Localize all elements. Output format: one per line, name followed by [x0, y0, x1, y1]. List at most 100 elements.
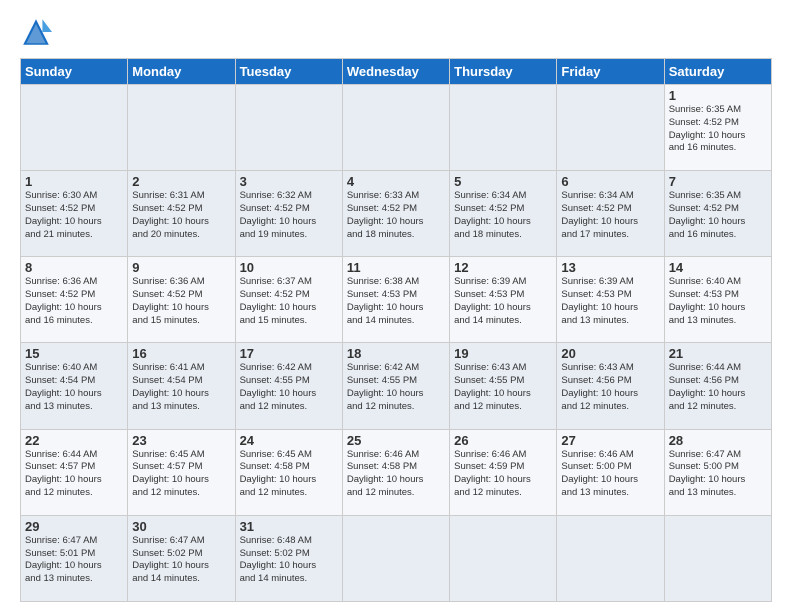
day-number: 25	[347, 433, 445, 448]
calendar-cell	[557, 515, 664, 601]
day-info: Sunrise: 6:47 AMSunset: 5:01 PMDaylight:…	[25, 535, 123, 586]
calendar-cell: 1Sunrise: 6:35 AMSunset: 4:52 PMDaylight…	[664, 85, 771, 171]
day-info: Sunrise: 6:47 AMSunset: 5:00 PMDaylight:…	[669, 449, 767, 500]
calendar-cell: 27Sunrise: 6:46 AMSunset: 5:00 PMDayligh…	[557, 429, 664, 515]
day-info: Sunrise: 6:35 AMSunset: 4:52 PMDaylight:…	[669, 104, 767, 155]
day-info: Sunrise: 6:36 AMSunset: 4:52 PMDaylight:…	[132, 276, 230, 327]
day-info: Sunrise: 6:45 AMSunset: 4:57 PMDaylight:…	[132, 449, 230, 500]
calendar-week-row: 29Sunrise: 6:47 AMSunset: 5:01 PMDayligh…	[21, 515, 772, 601]
day-header-thursday: Thursday	[450, 59, 557, 85]
day-number: 21	[669, 346, 767, 361]
page: SundayMondayTuesdayWednesdayThursdayFrid…	[0, 0, 792, 612]
day-header-monday: Monday	[128, 59, 235, 85]
calendar-cell: 4Sunrise: 6:33 AMSunset: 4:52 PMDaylight…	[342, 171, 449, 257]
calendar-cell: 17Sunrise: 6:42 AMSunset: 4:55 PMDayligh…	[235, 343, 342, 429]
day-number: 31	[240, 519, 338, 534]
day-info: Sunrise: 6:45 AMSunset: 4:58 PMDaylight:…	[240, 449, 338, 500]
day-number: 13	[561, 260, 659, 275]
day-number: 14	[669, 260, 767, 275]
calendar-cell: 13Sunrise: 6:39 AMSunset: 4:53 PMDayligh…	[557, 257, 664, 343]
day-info: Sunrise: 6:44 AMSunset: 4:56 PMDaylight:…	[669, 362, 767, 413]
day-info: Sunrise: 6:40 AMSunset: 4:53 PMDaylight:…	[669, 276, 767, 327]
calendar-cell: 26Sunrise: 6:46 AMSunset: 4:59 PMDayligh…	[450, 429, 557, 515]
day-info: Sunrise: 6:46 AMSunset: 4:59 PMDaylight:…	[454, 449, 552, 500]
day-number: 19	[454, 346, 552, 361]
day-number: 6	[561, 174, 659, 189]
calendar-cell: 3Sunrise: 6:32 AMSunset: 4:52 PMDaylight…	[235, 171, 342, 257]
calendar-cell	[235, 85, 342, 171]
calendar-cell: 20Sunrise: 6:43 AMSunset: 4:56 PMDayligh…	[557, 343, 664, 429]
calendar-cell	[664, 515, 771, 601]
calendar-cell	[557, 85, 664, 171]
day-info: Sunrise: 6:43 AMSunset: 4:55 PMDaylight:…	[454, 362, 552, 413]
calendar-cell: 11Sunrise: 6:38 AMSunset: 4:53 PMDayligh…	[342, 257, 449, 343]
day-header-saturday: Saturday	[664, 59, 771, 85]
header	[20, 16, 772, 48]
day-number: 5	[454, 174, 552, 189]
calendar-cell: 23Sunrise: 6:45 AMSunset: 4:57 PMDayligh…	[128, 429, 235, 515]
day-info: Sunrise: 6:41 AMSunset: 4:54 PMDaylight:…	[132, 362, 230, 413]
day-number: 8	[25, 260, 123, 275]
calendar-cell: 12Sunrise: 6:39 AMSunset: 4:53 PMDayligh…	[450, 257, 557, 343]
calendar-week-row: 8 Sunrise: 6:36 AMSunset: 4:52 PMDaylight…	[21, 257, 772, 343]
calendar-cell: 5Sunrise: 6:34 AMSunset: 4:52 PMDaylight…	[450, 171, 557, 257]
calendar-cell: 10Sunrise: 6:37 AMSunset: 4:52 PMDayligh…	[235, 257, 342, 343]
day-info: Sunrise: 6:42 AMSunset: 4:55 PMDaylight:…	[240, 362, 338, 413]
calendar-body: 1Sunrise: 6:35 AMSunset: 4:52 PMDaylight…	[21, 85, 772, 602]
calendar-cell: 6Sunrise: 6:34 AMSunset: 4:52 PMDaylight…	[557, 171, 664, 257]
calendar-cell: 29Sunrise: 6:47 AMSunset: 5:01 PMDayligh…	[21, 515, 128, 601]
calendar-cell: 15Sunrise: 6:40 AMSunset: 4:54 PMDayligh…	[21, 343, 128, 429]
day-number: 29	[25, 519, 123, 534]
calendar-cell: 2Sunrise: 6:31 AMSunset: 4:52 PMDaylight…	[128, 171, 235, 257]
day-info: Sunrise: 6:31 AMSunset: 4:52 PMDaylight:…	[132, 190, 230, 241]
calendar-week-row: 15Sunrise: 6:40 AMSunset: 4:54 PMDayligh…	[21, 343, 772, 429]
calendar-cell	[342, 85, 449, 171]
calendar-cell	[128, 85, 235, 171]
day-number: 28	[669, 433, 767, 448]
day-header-tuesday: Tuesday	[235, 59, 342, 85]
calendar-table: SundayMondayTuesdayWednesdayThursdayFrid…	[20, 58, 772, 602]
day-number: 17	[240, 346, 338, 361]
day-info: Sunrise: 6:43 AMSunset: 4:56 PMDaylight:…	[561, 362, 659, 413]
calendar-cell: 31Sunrise: 6:48 AMSunset: 5:02 PMDayligh…	[235, 515, 342, 601]
calendar-cell	[450, 85, 557, 171]
calendar-cell	[450, 515, 557, 601]
day-number: 18	[347, 346, 445, 361]
day-number: 11	[347, 260, 445, 275]
calendar-cell: 25Sunrise: 6:46 AMSunset: 4:58 PMDayligh…	[342, 429, 449, 515]
day-info: Sunrise: 6:48 AMSunset: 5:02 PMDaylight:…	[240, 535, 338, 586]
day-number: 23	[132, 433, 230, 448]
calendar-cell	[342, 515, 449, 601]
day-info: Sunrise: 6:39 AMSunset: 4:53 PMDaylight:…	[561, 276, 659, 327]
calendar-cell: 9Sunrise: 6:36 AMSunset: 4:52 PMDaylight…	[128, 257, 235, 343]
day-header-sunday: Sunday	[21, 59, 128, 85]
calendar-cell: 14Sunrise: 6:40 AMSunset: 4:53 PMDayligh…	[664, 257, 771, 343]
day-number: 9	[132, 260, 230, 275]
calendar-cell: 8Sunrise: 6:36 AMSunset: 4:52 PMDaylight…	[21, 257, 128, 343]
day-info: Sunrise: 6:46 AMSunset: 4:58 PMDaylight:…	[347, 449, 445, 500]
calendar-cell: 18Sunrise: 6:42 AMSunset: 4:55 PMDayligh…	[342, 343, 449, 429]
calendar-cell: 16Sunrise: 6:41 AMSunset: 4:54 PMDayligh…	[128, 343, 235, 429]
day-info: Sunrise: 6:34 AMSunset: 4:52 PMDaylight:…	[454, 190, 552, 241]
calendar-cell: 24Sunrise: 6:45 AMSunset: 4:58 PMDayligh…	[235, 429, 342, 515]
day-number: 3	[240, 174, 338, 189]
day-number: 30	[132, 519, 230, 534]
day-number: 22	[25, 433, 123, 448]
day-info: Sunrise: 6:46 AMSunset: 5:00 PMDaylight:…	[561, 449, 659, 500]
day-info: Sunrise: 6:32 AMSunset: 4:52 PMDaylight:…	[240, 190, 338, 241]
day-number: 16	[132, 346, 230, 361]
day-info: Sunrise: 6:40 AMSunset: 4:54 PMDaylight:…	[25, 362, 123, 413]
day-number: 10	[240, 260, 338, 275]
calendar-cell: 19Sunrise: 6:43 AMSunset: 4:55 PMDayligh…	[450, 343, 557, 429]
calendar-cell: 21Sunrise: 6:44 AMSunset: 4:56 PMDayligh…	[664, 343, 771, 429]
calendar-cell: 22Sunrise: 6:44 AMSunset: 4:57 PMDayligh…	[21, 429, 128, 515]
calendar-cell: 30Sunrise: 6:47 AMSunset: 5:02 PMDayligh…	[128, 515, 235, 601]
day-info: Sunrise: 6:34 AMSunset: 4:52 PMDaylight:…	[561, 190, 659, 241]
day-info: Sunrise: 6:42 AMSunset: 4:55 PMDaylight:…	[347, 362, 445, 413]
day-number: 1	[669, 88, 767, 103]
day-info: Sunrise: 6:35 AMSunset: 4:52 PMDaylight:…	[669, 190, 767, 241]
day-number: 7	[669, 174, 767, 189]
day-info: Sunrise: 6:30 AMSunset: 4:52 PMDaylight:…	[25, 190, 123, 241]
calendar-cell	[21, 85, 128, 171]
day-number: 20	[561, 346, 659, 361]
